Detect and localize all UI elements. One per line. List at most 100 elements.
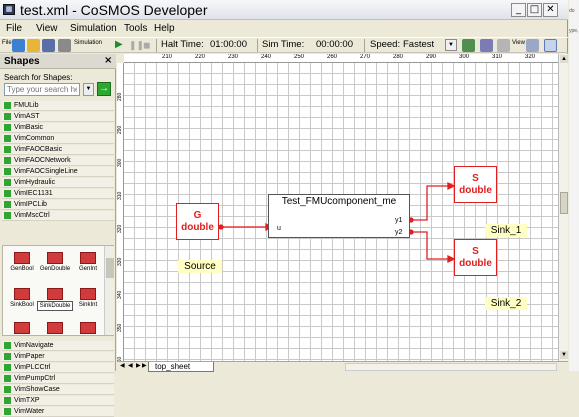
pointer-tool-icon[interactable] — [544, 39, 557, 52]
zoom-fit-icon[interactable] — [526, 39, 539, 52]
ruler-tick-label: 310 — [117, 191, 123, 200]
library-item[interactable]: FMULib — [2, 101, 114, 111]
input-port-u[interactable]: u — [277, 225, 281, 233]
last-sheet-icon[interactable]: ▶ — [142, 362, 147, 371]
library-icon — [4, 135, 11, 142]
diagram-canvas[interactable]: G double Source Test_FMUcomponent_me u y… — [124, 63, 558, 361]
scroll-up-icon[interactable]: ▲ — [560, 55, 568, 63]
palette-item[interactable] — [72, 320, 104, 334]
background-window-edge: do ype, — [569, 0, 579, 371]
menu-file[interactable]: File — [6, 22, 22, 35]
prev-sheet-icon[interactable]: ◀ — [128, 362, 133, 371]
palette-item[interactable]: SinkInt — [72, 286, 104, 314]
shape-icon — [80, 322, 96, 334]
library-item[interactable]: VimNavigate — [2, 341, 114, 351]
search-go-icon[interactable]: → — [97, 82, 111, 96]
shape-search-input[interactable] — [4, 83, 80, 96]
library-icon — [4, 157, 11, 164]
library-label: VimNavigate — [14, 342, 54, 349]
maximize-button[interactable]: □ — [527, 3, 542, 17]
sink2-block[interactable]: S double — [454, 239, 497, 276]
source-block[interactable]: G double — [176, 203, 219, 240]
library-item[interactable]: VimIPCLib — [2, 200, 114, 210]
search-label: Search for Shapes: — [4, 73, 73, 82]
export-icon[interactable] — [497, 39, 510, 52]
view-toolbar-label: View — [512, 40, 525, 46]
sink1-block[interactable]: S double — [454, 166, 497, 203]
scroll-thumb[interactable] — [106, 258, 114, 278]
print-icon[interactable] — [58, 39, 71, 52]
settings-icon[interactable] — [480, 39, 493, 52]
library-item[interactable]: VimTXP — [2, 396, 114, 406]
library-item[interactable]: VimFAOCBasic — [2, 145, 114, 155]
new-file-icon[interactable] — [12, 39, 25, 52]
file-toolbar-label: File — [2, 40, 12, 46]
vertical-scrollbar[interactable]: ▲ ▼ — [558, 54, 568, 361]
horizontal-ruler: 210 220 230 240 250 260 270 280 290 300 310 320 — [124, 54, 558, 63]
ruler-tick-label: 330 — [117, 257, 123, 266]
library-item[interactable]: VimPaper — [2, 352, 114, 362]
minimize-button[interactable]: _ — [511, 3, 526, 17]
horizontal-scrollbar[interactable] — [345, 363, 557, 371]
library-icon — [4, 124, 11, 131]
gen-int-icon — [80, 252, 96, 264]
output-port-y2[interactable]: y2 — [395, 229, 402, 237]
palette-item[interactable]: GenBool — [6, 250, 38, 278]
library-label: VimFAOCNetwork — [14, 157, 71, 164]
library-item[interactable]: VimHydraulic — [2, 178, 114, 188]
close-button[interactable]: ✕ — [543, 3, 558, 17]
menu-help[interactable]: Help — [154, 22, 175, 35]
library-item[interactable]: VimMscCtrl — [2, 211, 114, 221]
save-icon[interactable] — [42, 39, 55, 52]
library-item[interactable]: VimCommon — [2, 134, 114, 144]
library-item[interactable]: VimPumpCtrl — [2, 374, 114, 384]
halt-time-value[interactable]: 01:00:00 — [210, 38, 247, 52]
search-dropdown-icon[interactable]: ▼ — [83, 83, 94, 96]
library-label: VimWater — [14, 408, 45, 415]
shapes-panel-header: Shapes × — [0, 54, 116, 69]
open-folder-icon[interactable] — [27, 39, 40, 52]
palette-item[interactable]: GenInt — [72, 250, 104, 278]
library-item[interactable]: VimPLCCtrl — [2, 363, 114, 373]
library-item[interactable]: VimIEC1131 — [2, 189, 114, 199]
speed-dropdown-icon[interactable]: ▼ — [445, 39, 457, 51]
tool-icon[interactable] — [462, 39, 475, 52]
palette-item[interactable] — [39, 320, 71, 334]
speed-value[interactable]: Fastest — [403, 38, 434, 52]
library-item[interactable]: VimAST — [2, 112, 114, 122]
fmu-component[interactable]: Test_FMUcomponent_me u y1 y2 — [268, 194, 410, 238]
palette-item[interactable]: GenDouble — [39, 250, 71, 278]
ruler-tick-label: 320 — [117, 224, 123, 233]
title-bar: ▦ test.xml - CoSMOS Developer _ □ ✕ — [0, 0, 568, 20]
palette-item[interactable]: SinkBool — [6, 286, 38, 314]
scroll-down-icon[interactable]: ▼ — [560, 351, 568, 359]
stop-icon[interactable]: ◼ — [143, 38, 150, 52]
library-icon — [4, 342, 11, 349]
close-panel-icon[interactable]: × — [104, 55, 112, 67]
scroll-thumb[interactable] — [560, 192, 568, 214]
library-item[interactable]: VimShowCase — [2, 385, 114, 395]
menu-tools[interactable]: Tools — [124, 22, 147, 35]
library-item[interactable]: VimBasic — [2, 123, 114, 133]
output-port-y1[interactable]: y1 — [395, 217, 402, 225]
library-item[interactable]: VimFAOCSingleLine — [2, 167, 114, 177]
library-label: VimIPCLib — [14, 201, 47, 208]
palette-scrollbar[interactable] — [104, 246, 114, 335]
library-item[interactable]: VimFAOCNetwork — [2, 156, 114, 166]
menu-simulation[interactable]: Simulation — [70, 22, 117, 35]
library-icon — [4, 408, 11, 415]
menu-view[interactable]: View — [36, 22, 58, 35]
library-item[interactable]: VimWater — [2, 407, 114, 417]
pause-icon[interactable]: ❚❚ — [129, 38, 144, 52]
ruler-tick-label: 340 — [117, 290, 123, 299]
first-sheet-icon[interactable]: ◀ — [120, 362, 125, 371]
shapes-panel-title: Shapes — [4, 56, 40, 67]
source-label: Source — [178, 260, 222, 273]
sink-double-icon — [47, 288, 63, 300]
next-sheet-icon[interactable]: ▶ — [136, 362, 141, 371]
toolbar-separator — [257, 39, 258, 52]
palette-item[interactable] — [6, 320, 38, 334]
palette-item-selected[interactable]: SinkDouble — [37, 286, 73, 314]
app-window: ▦ test.xml - CoSMOS Developer _ □ ✕ File… — [0, 0, 568, 417]
play-icon[interactable]: ▶ — [115, 38, 123, 52]
